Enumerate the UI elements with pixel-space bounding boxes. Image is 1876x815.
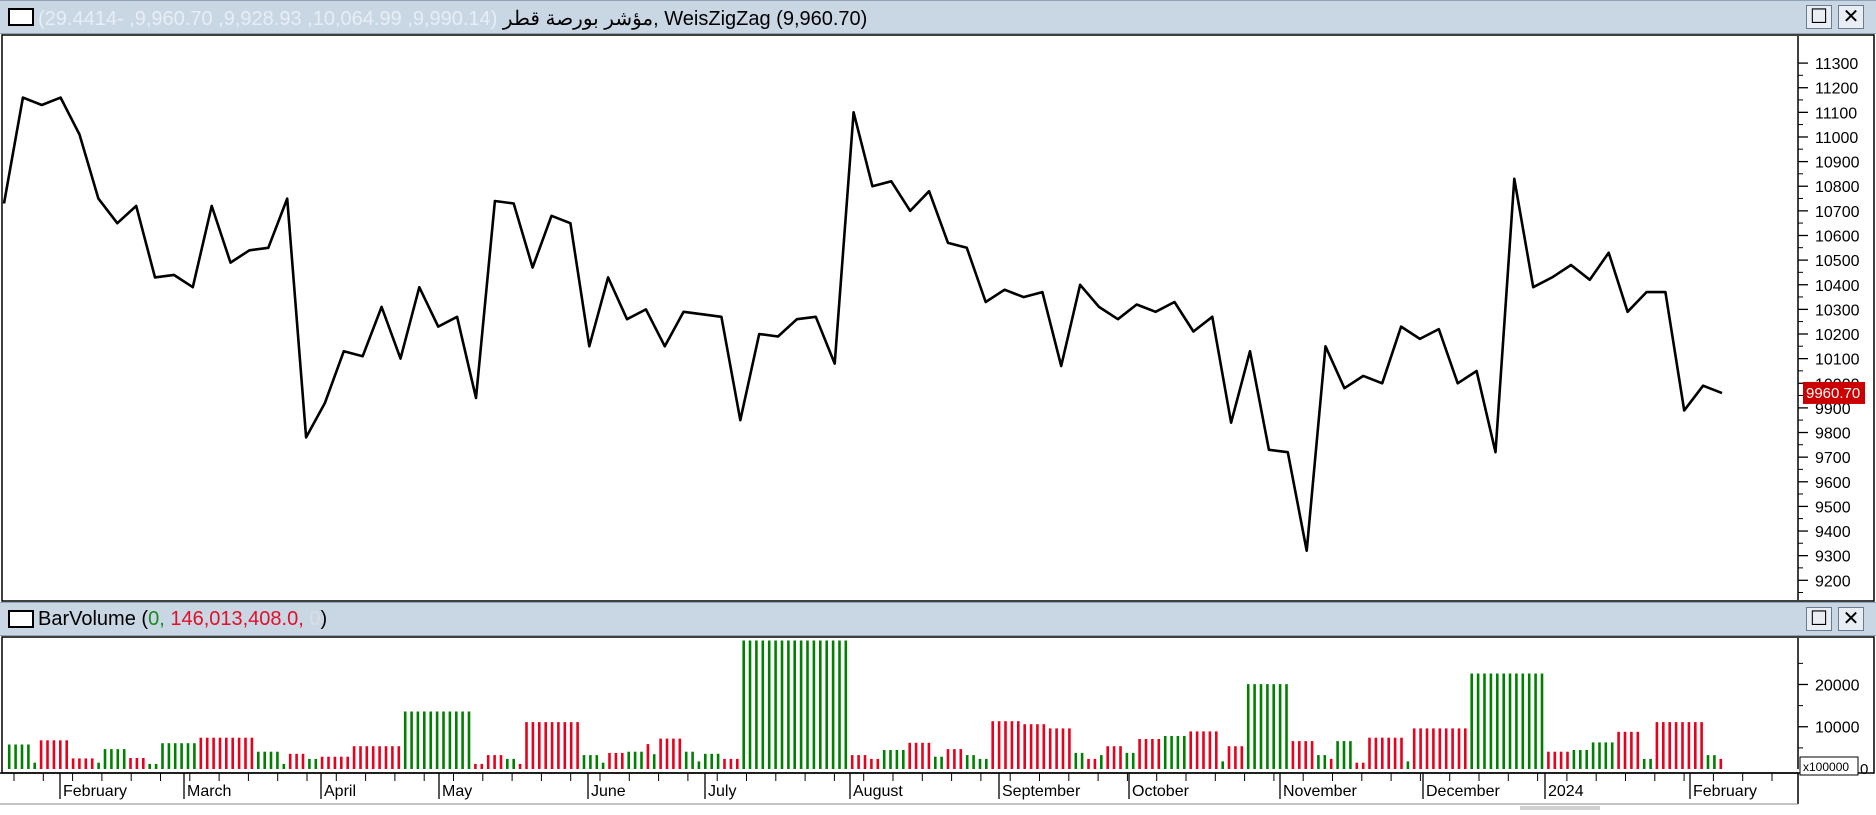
date-tick-label: March bbox=[187, 783, 231, 800]
date-tick-label: April bbox=[324, 783, 356, 800]
price-tick-label: 10800 bbox=[1815, 179, 1860, 196]
price-tick-label: 11000 bbox=[1815, 130, 1858, 147]
volume-pane-titlebar: BarVolume (0, 146,013,408.0, 0) ☐ ✕ bbox=[0, 602, 1876, 636]
indicator-name: WeisZigZag bbox=[664, 8, 771, 30]
volume-bars bbox=[7, 640, 1723, 769]
date-tick-label: July bbox=[708, 783, 736, 800]
date-tick-label: 2024 bbox=[1548, 783, 1584, 800]
last-value-marker: 9960.70 bbox=[1803, 381, 1865, 404]
price-tick-label: 9200 bbox=[1815, 573, 1851, 590]
volume-value-3: 0 bbox=[309, 608, 321, 630]
volume-zero-label: 0 bbox=[1860, 761, 1868, 778]
price-tick-label: 10700 bbox=[1815, 204, 1860, 221]
price-y-axis: 9200930094009500960097009800990010000101… bbox=[1797, 36, 1860, 600]
maximize-icon: ☐ bbox=[1810, 608, 1828, 630]
close-icon: ✕ bbox=[1842, 6, 1860, 28]
price-pane-titlebar: مؤشر بورصة قطر (9,990.14, 10,064.99, 9,9… bbox=[0, 0, 1876, 34]
price-tick-label: 10200 bbox=[1815, 327, 1860, 344]
price-tick-label: 11100 bbox=[1815, 105, 1857, 122]
price-pane: 9200930094009500960097009800990010000101… bbox=[0, 34, 1876, 602]
price-tick-label: 10500 bbox=[1815, 253, 1860, 270]
volume-value-2: 146,013,408.0, bbox=[170, 608, 304, 630]
date-tick-label: August bbox=[853, 783, 903, 800]
date-tick-label: September bbox=[1002, 783, 1081, 800]
date-tick-label: February bbox=[63, 783, 127, 800]
price-tick-label: 10100 bbox=[1815, 352, 1860, 369]
close-paren: ) bbox=[320, 608, 328, 630]
volume-value-1: 0, bbox=[148, 608, 165, 630]
date-tick-label: May bbox=[442, 783, 472, 800]
price-tick-label: 9400 bbox=[1815, 524, 1851, 541]
volume-pane-title: BarVolume (0, 146,013,408.0, 0) bbox=[38, 608, 327, 631]
volume-chart[interactable]: 10000 20000 x100000 0 February March April M… bbox=[0, 636, 1876, 810]
volume-indicator-name: BarVolume bbox=[38, 608, 136, 630]
date-tick-label: November bbox=[1283, 783, 1357, 800]
price-tick-label: 9700 bbox=[1815, 450, 1851, 467]
price-tick-label: 10900 bbox=[1815, 155, 1860, 172]
last-value-label: 9960.70 bbox=[1806, 385, 1860, 402]
price-tick-label: 10400 bbox=[1815, 278, 1860, 295]
price-tick-label: 11200 bbox=[1815, 81, 1858, 98]
volume-scale-box: x100000 bbox=[1799, 756, 1859, 776]
title-separator: , bbox=[653, 8, 659, 30]
date-tick-label: February bbox=[1693, 783, 1757, 800]
volume-y-axis: 10000 20000 bbox=[1797, 638, 1860, 769]
horizontal-scrollbar-thumb[interactable] bbox=[1520, 806, 1600, 810]
price-chart[interactable]: 9200930094009500960097009800990010000101… bbox=[0, 34, 1876, 602]
price-pane-frame bbox=[1, 34, 1875, 602]
maximize-button[interactable]: ☐ bbox=[1806, 5, 1832, 29]
date-tick-label: October bbox=[1132, 783, 1190, 800]
date-tick-label: June bbox=[591, 783, 626, 800]
date-tick-label: December bbox=[1426, 783, 1500, 800]
close-icon: ✕ bbox=[1842, 608, 1860, 630]
close-button[interactable]: ✕ bbox=[1838, 5, 1864, 29]
close-button[interactable]: ✕ bbox=[1838, 607, 1864, 631]
instrument-name: مؤشر بورصة قطر bbox=[502, 8, 654, 30]
price-tick-label: 9300 bbox=[1815, 549, 1851, 566]
price-tick-label: 10300 bbox=[1815, 302, 1860, 319]
ohlc-values: (9,990.14, 10,064.99, 9,928.93, 9,960.70… bbox=[38, 8, 498, 30]
volume-tick-label: 20000 bbox=[1815, 677, 1860, 694]
date-axis: February March April May June July August Septe… bbox=[0, 772, 1799, 810]
price-tick-label: 9600 bbox=[1815, 475, 1851, 492]
volume-tick-label: 10000 bbox=[1815, 720, 1860, 737]
volume-pane: 10000 20000 x100000 0 February March April M… bbox=[0, 636, 1876, 810]
price-tick-label: 11300 bbox=[1815, 56, 1858, 73]
indicator-value: (9,960.70) bbox=[776, 8, 868, 30]
price-tick-label: 9800 bbox=[1815, 426, 1851, 443]
pane-window-icon bbox=[8, 8, 34, 26]
volume-scale-label: x100000 bbox=[1803, 760, 1849, 774]
maximize-button[interactable]: ☐ bbox=[1806, 607, 1832, 631]
price-tick-label: 9500 bbox=[1815, 499, 1851, 516]
weis-zigzag-line bbox=[2, 96, 1723, 552]
price-pane-title: مؤشر بورصة قطر (9,990.14, 10,064.99, 9,9… bbox=[38, 6, 867, 31]
maximize-icon: ☐ bbox=[1810, 6, 1828, 28]
price-tick-label: 10600 bbox=[1815, 228, 1860, 245]
pane-window-icon bbox=[8, 610, 34, 628]
